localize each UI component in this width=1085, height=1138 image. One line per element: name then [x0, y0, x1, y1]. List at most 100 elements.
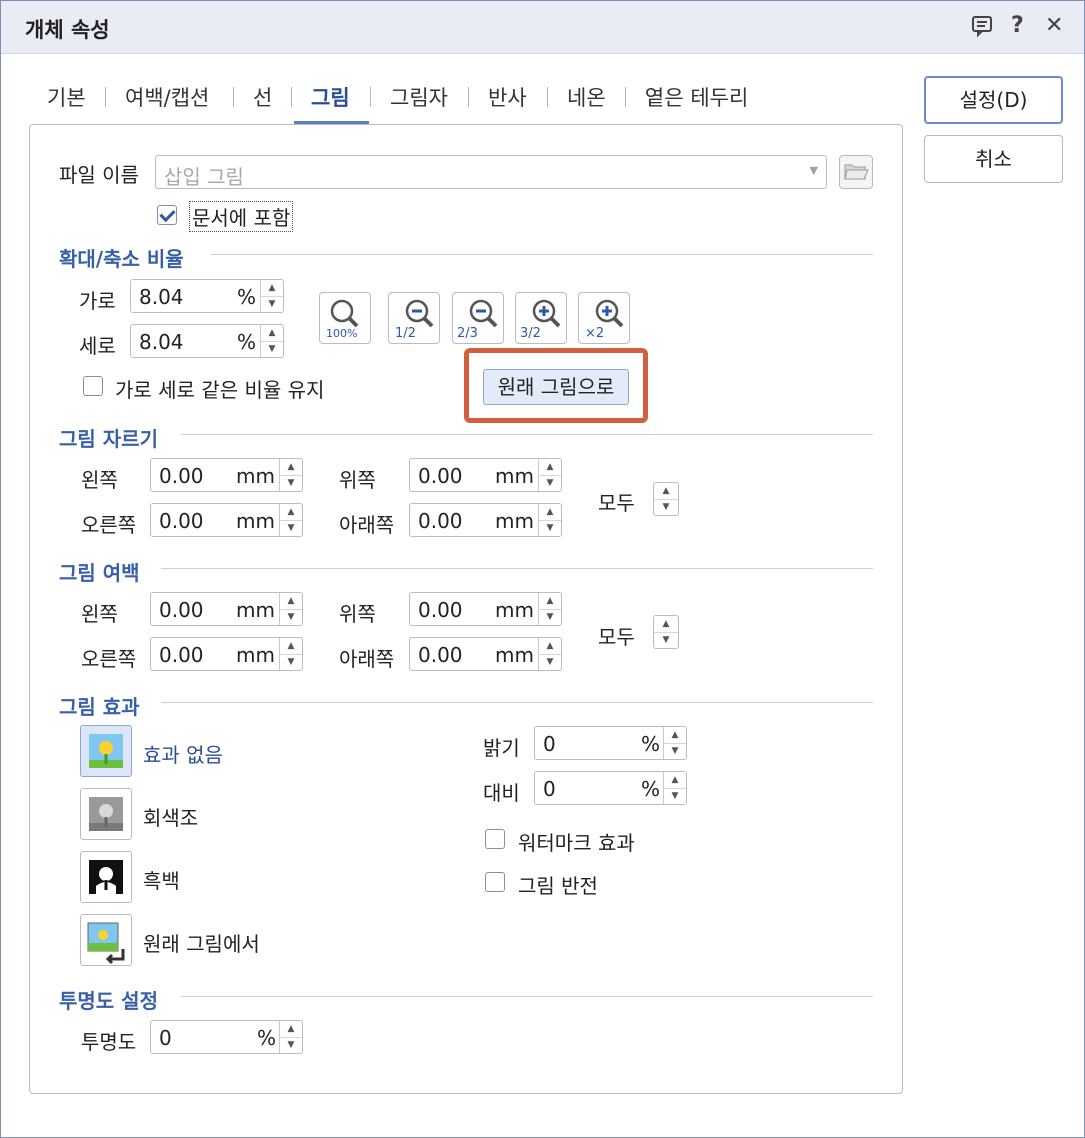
tab-soft-edge[interactable]: 옅은 테두리 — [645, 82, 748, 112]
invert-label[interactable]: 그림 반전 — [518, 870, 598, 899]
percent-unit: % — [237, 285, 257, 309]
margin-left-spinner[interactable]: ▲ ▼ — [279, 593, 302, 625]
tab-neon[interactable]: 네온 — [567, 82, 606, 112]
effect-from-original-label[interactable]: 원래 그림에서 — [143, 928, 260, 957]
transparency-section-title: 투명도 설정 — [59, 989, 158, 1013]
zoom-out-icon: 1/2 — [395, 299, 434, 341]
contrast-spinner[interactable]: ▲ ▼ — [663, 772, 686, 804]
margin-bottom-spinner[interactable]: ▲ ▼ — [538, 638, 561, 670]
tab-shadow[interactable]: 그림자 — [390, 82, 448, 112]
dropdown-arrow-icon[interactable]: ▼ — [810, 164, 818, 177]
mm-unit: mm — [236, 598, 275, 622]
scale-width-input[interactable]: 8.04 % ▲ ▼ — [130, 279, 284, 313]
crop-top-input[interactable]: 0.00 mm ▲ ▼ — [409, 458, 562, 492]
mm-unit: mm — [495, 464, 534, 488]
close-icon[interactable]: ✕ — [1045, 13, 1063, 38]
keep-ratio-label[interactable]: 가로 세로 같은 비율 유지 — [115, 374, 324, 403]
crop-right-input[interactable]: 0.00 mm ▲ ▼ — [150, 503, 303, 537]
include-in-document-label[interactable]: 문서에 포함 — [189, 201, 294, 232]
scale-height-value: 8.04 — [139, 330, 184, 354]
effect-blackwhite-button[interactable] — [80, 851, 132, 903]
effect-none-button[interactable] — [80, 725, 132, 777]
crop-all-spinner[interactable]: ▲ ▼ — [653, 482, 679, 516]
effect-none-label[interactable]: 효과 없음 — [143, 739, 223, 768]
include-in-document-checkbox[interactable] — [157, 205, 177, 225]
watermark-label[interactable]: 워터마크 효과 — [518, 827, 635, 856]
zoom-double-button[interactable]: ×2 — [578, 292, 630, 344]
effect-blackwhite-label[interactable]: 흑백 — [143, 865, 180, 894]
browse-folder-button[interactable] — [839, 155, 873, 189]
percent-unit: % — [641, 732, 661, 756]
effect-grayscale-button[interactable] — [80, 788, 132, 840]
comment-icon[interactable] — [971, 15, 993, 43]
zoom-three-halves-button[interactable]: 3/2 — [515, 292, 567, 344]
margin-bottom-label: 아래쪽 — [339, 647, 395, 671]
scale-height-spinner[interactable]: ▲ ▼ — [260, 325, 283, 357]
tab-basic[interactable]: 기본 — [47, 82, 86, 112]
section-divider — [211, 254, 873, 255]
scale-width-label: 가로 — [79, 289, 116, 313]
tab-separator — [370, 87, 371, 107]
margin-bottom-value: 0.00 — [418, 643, 463, 667]
mm-unit: mm — [236, 464, 275, 488]
zoom-half-button[interactable]: 1/2 — [388, 292, 440, 344]
crop-top-spinner[interactable]: ▲ ▼ — [538, 459, 561, 491]
crop-bottom-input[interactable]: 0.00 mm ▲ ▼ — [409, 503, 562, 537]
crop-left-value: 0.00 — [159, 464, 204, 488]
tab-reflection[interactable]: 반사 — [488, 82, 527, 112]
tab-separator — [547, 87, 548, 107]
effect-from-original-button[interactable] — [80, 914, 132, 966]
scale-height-input[interactable]: 8.04 % ▲ ▼ — [130, 324, 284, 358]
margin-all-spinner[interactable]: ▲ ▼ — [653, 615, 679, 649]
crop-left-input[interactable]: 0.00 mm ▲ ▼ — [150, 458, 303, 492]
invert-checkbox[interactable] — [485, 872, 505, 892]
svg-text:3/2: 3/2 — [520, 326, 541, 341]
margin-top-spinner[interactable]: ▲ ▼ — [538, 593, 561, 625]
tab-margin-caption[interactable]: 여백/캡션 — [125, 82, 209, 112]
transparency-spinner[interactable]: ▲ ▼ — [279, 1021, 302, 1053]
zoom-two-thirds-button[interactable]: 2/3 — [452, 292, 504, 344]
mm-unit: mm — [495, 643, 534, 667]
crop-left-spinner[interactable]: ▲ ▼ — [279, 459, 302, 491]
zoom-100-button[interactable]: 100% — [319, 292, 371, 344]
picture-grayscale-icon — [89, 797, 123, 831]
margin-left-label: 왼쪽 — [81, 602, 118, 626]
file-name-label: 파일 이름 — [59, 163, 139, 187]
cancel-button[interactable]: 취소 — [924, 135, 1063, 183]
help-icon[interactable]: ? — [1011, 13, 1024, 38]
file-name-combo[interactable]: 삽입 그림 ▼ — [155, 155, 827, 189]
margin-right-input[interactable]: 0.00 mm ▲ ▼ — [150, 637, 303, 671]
brightness-input[interactable]: 0 % ▲ ▼ — [534, 726, 687, 760]
watermark-checkbox[interactable] — [485, 829, 505, 849]
scale-width-spinner[interactable]: ▲ ▼ — [260, 280, 283, 312]
margin-right-spinner[interactable]: ▲ ▼ — [279, 638, 302, 670]
crop-bottom-spinner[interactable]: ▲ ▼ — [538, 504, 561, 536]
margin-top-input[interactable]: 0.00 mm ▲ ▼ — [409, 592, 562, 626]
margin-all-label: 모두 — [598, 625, 635, 649]
tab-separator — [468, 87, 469, 107]
folder-open-icon — [844, 164, 869, 180]
zoom-in-icon: ×2 — [585, 299, 624, 341]
ok-button[interactable]: 설정(D) — [924, 76, 1063, 124]
percent-unit: % — [237, 330, 257, 354]
tab-line[interactable]: 선 — [253, 82, 272, 112]
picture-from-original-icon — [87, 922, 125, 965]
contrast-input[interactable]: 0 % ▲ ▼ — [534, 771, 687, 805]
effect-section-title: 그림 효과 — [59, 695, 140, 719]
tab-picture[interactable]: 그림 — [311, 82, 350, 112]
margin-bottom-input[interactable]: 0.00 mm ▲ ▼ — [409, 637, 562, 671]
brightness-spinner[interactable]: ▲ ▼ — [663, 727, 686, 759]
svg-text:1/2: 1/2 — [395, 326, 416, 341]
scale-section-title: 확대/축소 비율 — [59, 247, 184, 271]
picture-color-icon — [89, 734, 123, 768]
crop-right-spinner[interactable]: ▲ ▼ — [279, 504, 302, 536]
contrast-label: 대비 — [483, 781, 520, 805]
magnifier-icon: 100% — [326, 299, 359, 340]
margin-left-input[interactable]: 0.00 mm ▲ ▼ — [150, 592, 303, 626]
transparency-input[interactable]: 0 % ▲ ▼ — [150, 1020, 303, 1054]
crop-section-title: 그림 자르기 — [59, 427, 158, 451]
effect-grayscale-label[interactable]: 회색조 — [143, 802, 198, 831]
restore-original-button[interactable]: 원래 그림으로 — [483, 369, 629, 405]
keep-ratio-checkbox[interactable] — [83, 376, 103, 396]
brightness-value: 0 — [543, 732, 556, 756]
